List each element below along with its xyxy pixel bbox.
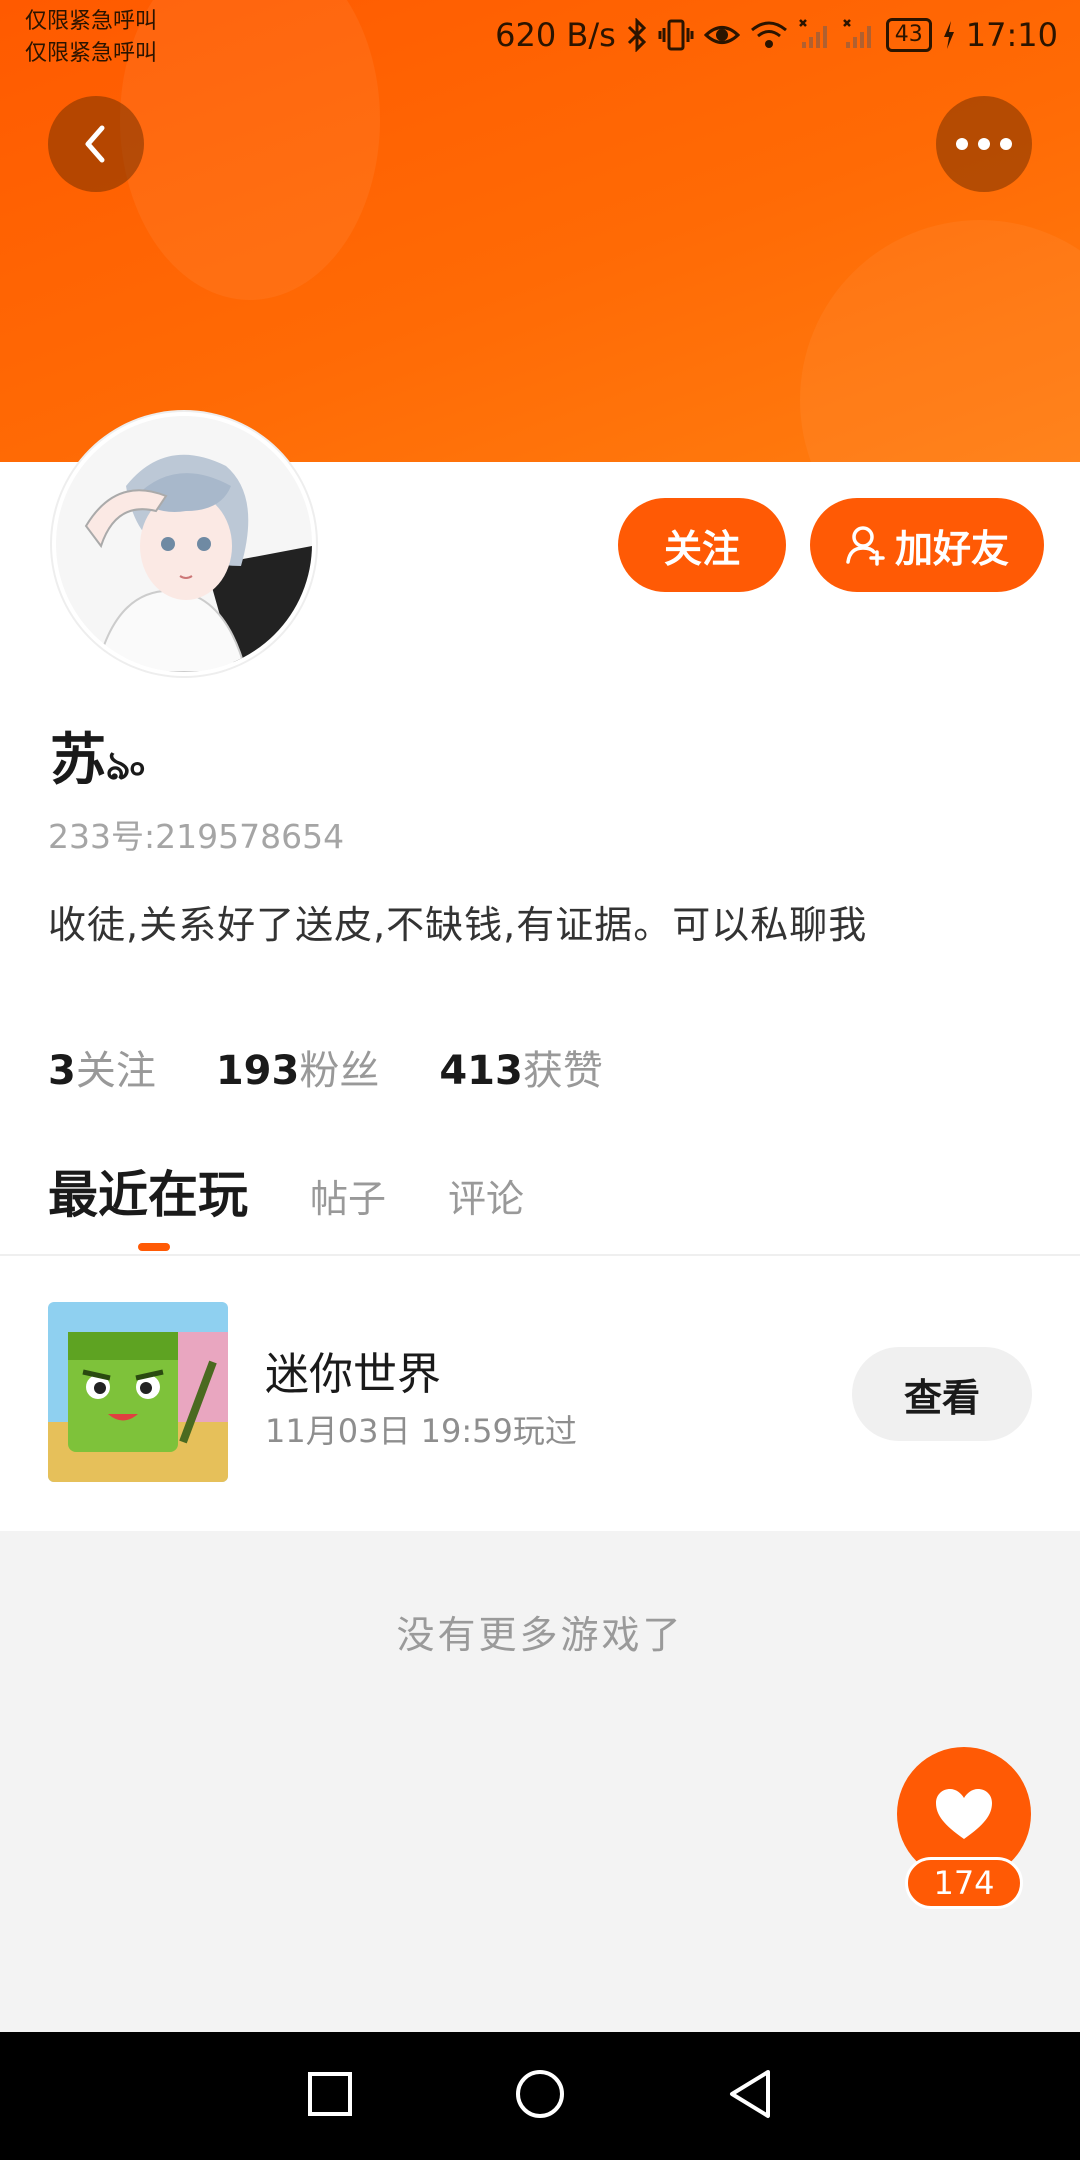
banner-decoration: [120, 0, 380, 300]
stat-number: 193: [215, 1048, 300, 1094]
vibrate-icon: [658, 18, 694, 52]
user-id: 233号:219578654: [48, 817, 345, 856]
stat-label: 关注: [75, 1048, 156, 1094]
clock: 17:10: [965, 16, 1058, 54]
carrier-text: 仅限紧急呼叫: [25, 9, 158, 34]
follow-button[interactable]: 关注: [618, 498, 786, 592]
back-nav-button[interactable]: [726, 2068, 774, 2124]
tab-bar: 最近在玩 帖子 评论: [48, 1155, 524, 1227]
user-name-decoration: ঌ৹: [106, 743, 146, 789]
eye-icon: [703, 20, 740, 50]
bluetooth-icon: [626, 18, 648, 52]
tab-recently-played[interactable]: 最近在玩: [48, 1155, 248, 1227]
square-icon: [308, 2072, 352, 2116]
profile-banner: 仅限紧急呼叫 仅限紧急呼叫 620 B/s 43 17:10: [0, 0, 1080, 462]
more-horizontal-icon: [956, 138, 1012, 150]
heart-icon: [936, 1789, 992, 1839]
user-name: 苏ঌ৹: [50, 715, 146, 801]
like-count-badge: 174: [905, 1857, 1023, 1909]
divider: [0, 1254, 1080, 1256]
add-user-icon: [846, 526, 885, 566]
stat-number: 413: [439, 1048, 523, 1094]
status-bar-right: 620 B/s 43 17:10: [495, 10, 1058, 60]
stat-followers[interactable]: 193粉丝: [216, 1038, 380, 1096]
network-speed: 620 B/s: [495, 16, 616, 54]
view-game-button[interactable]: 查看: [852, 1347, 1032, 1441]
tab-indicator: [138, 1243, 170, 1251]
stat-label: 获赞: [522, 1048, 603, 1094]
add-friend-button[interactable]: 加好友: [810, 498, 1044, 592]
chevron-left-icon: [85, 125, 105, 163]
carrier-text: 仅限紧急呼叫: [25, 41, 158, 66]
home-button[interactable]: [514, 2068, 566, 2124]
wifi-icon: [750, 20, 788, 50]
status-bar-carrier: 仅限紧急呼叫 仅限紧急呼叫: [25, 6, 157, 70]
no-more-games-text: 没有更多游戏了: [396, 1613, 684, 1657]
user-bio: 收徒,关系好了送皮,不缺钱,有证据。可以私聊我: [48, 903, 868, 947]
recent-apps-button[interactable]: [306, 2070, 354, 2122]
game-name: 迷你世界: [265, 1349, 441, 1400]
battery-icon: 43: [885, 18, 932, 52]
back-button[interactable]: [48, 96, 144, 192]
more-button[interactable]: [936, 96, 1032, 192]
stat-number: 3: [48, 1048, 76, 1094]
charging-icon: [942, 20, 956, 50]
stat-label: 粉丝: [299, 1048, 380, 1094]
system-navigation-bar: [0, 2032, 1080, 2160]
circle-icon: [516, 2070, 564, 2118]
game-last-played: 11月03日 19:59玩过: [265, 1412, 577, 1450]
banner-decoration: [800, 220, 1080, 462]
triangle-back-icon: [730, 2070, 770, 2118]
signal-icon: [798, 18, 832, 52]
add-friend-label: 加好友: [894, 526, 1009, 571]
tab-posts[interactable]: 帖子: [310, 1168, 386, 1223]
stat-following[interactable]: 3关注: [48, 1038, 156, 1096]
avatar[interactable]: [52, 412, 316, 676]
stat-likes[interactable]: 413获赞: [439, 1038, 603, 1096]
tab-comments[interactable]: 评论: [448, 1168, 524, 1223]
signal-icon: [842, 18, 876, 52]
stats-row: 3关注 193粉丝 413获赞: [48, 1038, 603, 1096]
game-icon[interactable]: [48, 1302, 228, 1482]
user-name-text: 苏: [50, 728, 106, 793]
